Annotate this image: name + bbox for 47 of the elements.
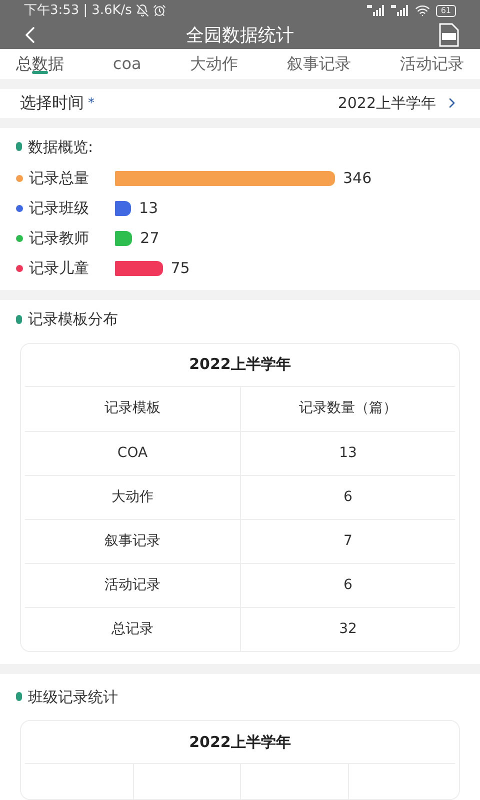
table-title: 2022上半学年 — [188, 732, 292, 753]
tab[interactable]: 活动记录 — [400, 49, 464, 80]
tab[interactable]: 大动作 — [190, 49, 238, 80]
time-select-button[interactable]: 2022上半学年 — [338, 92, 460, 115]
table-title: 2022上半学年 — [188, 354, 292, 376]
status-time: 下午3:53 — [24, 2, 80, 20]
metric-value: 75 — [170, 258, 190, 280]
wifi-icon — [414, 3, 430, 18]
metric-label: 记录总量 — [29, 168, 90, 190]
time-select-label: 选择时间 — [20, 92, 84, 114]
section-marker-icon — [16, 314, 22, 324]
metric-value: 27 — [140, 228, 160, 250]
metric-value: 346 — [343, 168, 372, 190]
section-marker-icon — [16, 142, 22, 152]
metric-label: 记录班级 — [29, 198, 90, 220]
bell-off-icon — [136, 4, 149, 18]
metric-label: 记录儿童 — [29, 258, 90, 280]
section-title: 数据概览: — [28, 136, 94, 158]
network-speed: 3.6K/s — [92, 2, 132, 20]
tab[interactable]: 叙事记录 — [287, 49, 352, 80]
section-marker-icon — [16, 692, 22, 702]
table-cell: COA — [25, 430, 240, 475]
table-cell: 6 — [240, 474, 455, 519]
column-header: 记录模板 — [104, 399, 162, 418]
table-cell: 6 — [240, 562, 455, 607]
signal-icon — [390, 5, 409, 16]
status-divider: | — [83, 2, 88, 20]
page-title: 全园数据统计 — [186, 24, 294, 48]
table-cell: 活动记录 — [25, 562, 240, 607]
table-cell: 叙事记录 — [25, 518, 240, 563]
table-cell: 7 — [240, 518, 455, 563]
required-mark: * — [88, 94, 94, 113]
battery-indicator: 61 — [436, 4, 456, 17]
metric-label: 记录教师 — [29, 228, 90, 250]
table-cell: 总记录 — [25, 606, 240, 651]
alarm-icon — [152, 4, 166, 18]
section-title: 记录模板分布 — [28, 309, 118, 330]
column-header: 记录数量（篇） — [240, 386, 455, 431]
section-title: 班级记录统计 — [28, 686, 118, 708]
table-cell: 大动作 — [25, 474, 240, 519]
tab[interactable]: coa — [112, 49, 142, 80]
metric-value: 13 — [139, 198, 158, 220]
table-cell: 32 — [240, 606, 455, 651]
signal-icon — [366, 5, 385, 16]
tab[interactable]: 总数据 — [16, 49, 64, 80]
table-cell: 13 — [240, 430, 455, 475]
pdf-file-icon[interactable] — [438, 23, 460, 48]
